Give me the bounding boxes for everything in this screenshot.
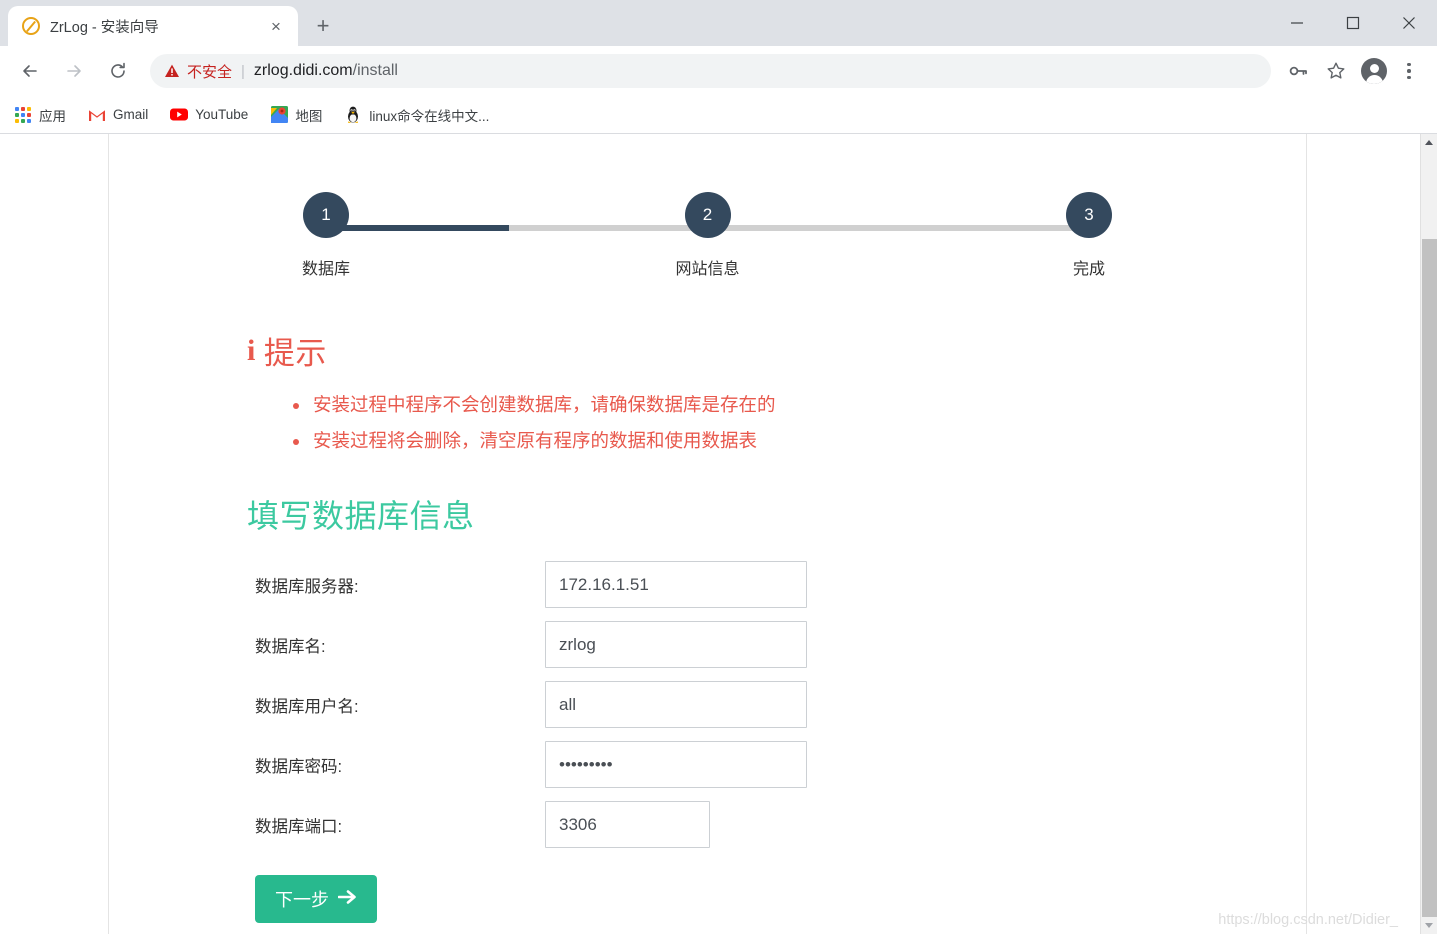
db-user-input[interactable] bbox=[545, 681, 807, 729]
field-label: 数据库名: bbox=[255, 637, 326, 656]
tab-strip: ZrLog - 安装向导 × + bbox=[0, 0, 1437, 46]
step-1-database[interactable]: 1 数据库 bbox=[169, 192, 483, 279]
bookmark-label: Gmail bbox=[113, 107, 149, 122]
chevron-up-icon bbox=[1425, 140, 1433, 145]
back-icon[interactable] bbox=[12, 53, 48, 89]
omnibox-separator: | bbox=[241, 62, 245, 80]
step-label: 网站信息 bbox=[675, 261, 740, 278]
step-label: 完成 bbox=[1072, 261, 1105, 278]
bookmark-label: linux命令在线中文... bbox=[369, 108, 490, 124]
page-viewport: 1 数据库 2 网站信息 3 完成 i 提示 安装过程中程序不会创建数据库，请确… bbox=[0, 134, 1437, 934]
form-row-db-password: 数据库密码: bbox=[255, 741, 1306, 789]
browser-toolbar: 不安全 | zrlog.didi.com/install bbox=[0, 46, 1437, 96]
step-number: 1 bbox=[303, 192, 349, 238]
form-row-db-port: 数据库端口: bbox=[255, 801, 1306, 849]
security-status-text: 不安全 bbox=[187, 63, 233, 81]
tips-heading: i 提示 bbox=[247, 328, 1306, 373]
tips-heading-text: 提示 bbox=[263, 336, 327, 371]
tips-item: 安装过程中程序不会创建数据库，请确保数据库是存在的 bbox=[293, 387, 1306, 423]
bookmark-label: 应用 bbox=[39, 108, 66, 124]
bookmark-maps[interactable]: 地图 bbox=[270, 105, 322, 125]
browser-tab[interactable]: ZrLog - 安装向导 × bbox=[8, 6, 298, 46]
next-step-label: 下一步 bbox=[275, 890, 329, 911]
scroll-up-button[interactable] bbox=[1421, 134, 1437, 151]
google-apps-grid-icon bbox=[14, 106, 32, 124]
bookmark-label: 地图 bbox=[295, 108, 323, 124]
new-tab-button[interactable]: + bbox=[306, 9, 340, 43]
db-host-input[interactable] bbox=[545, 561, 807, 609]
arrow-right-icon bbox=[337, 889, 357, 910]
linux-tux-icon bbox=[344, 106, 362, 124]
tab-title: ZrLog - 安装向导 bbox=[50, 19, 159, 36]
avatar[interactable] bbox=[1355, 58, 1393, 84]
field-label: 数据库密码: bbox=[255, 757, 343, 776]
form-row-db-name: 数据库名: bbox=[255, 621, 1306, 669]
step-2-site-info[interactable]: 2 网站信息 bbox=[551, 192, 865, 279]
step-number: 3 bbox=[1066, 192, 1112, 238]
database-form: 数据库服务器: 数据库名: 数据库用户名: 数据库密码: bbox=[255, 561, 1306, 924]
close-window-button[interactable] bbox=[1381, 0, 1437, 46]
google-maps-icon bbox=[270, 106, 288, 124]
field-label: 数据库端口: bbox=[255, 817, 343, 836]
youtube-icon bbox=[170, 106, 189, 124]
step-number: 2 bbox=[684, 192, 731, 238]
warning-triangle-icon bbox=[164, 63, 180, 79]
forward-icon[interactable] bbox=[56, 53, 92, 89]
kebab-menu-icon[interactable] bbox=[1393, 55, 1425, 87]
maximize-button[interactable] bbox=[1325, 0, 1381, 46]
scrollbar-thumb[interactable] bbox=[1422, 239, 1437, 917]
gmail-icon bbox=[88, 106, 106, 124]
scroll-down-button[interactable] bbox=[1421, 917, 1437, 934]
url-text: zrlog.didi.com/install bbox=[254, 62, 398, 80]
next-step-button[interactable]: 下一步 bbox=[255, 875, 377, 924]
db-port-input[interactable] bbox=[545, 801, 710, 849]
field-label: 数据库用户名: bbox=[255, 697, 359, 716]
page-content: 1 数据库 2 网站信息 3 完成 i 提示 安装过程中程序不会创建数据库，请确… bbox=[0, 134, 1420, 934]
close-tab-icon[interactable]: × bbox=[264, 14, 288, 38]
form-heading: 填写数据库信息 bbox=[247, 498, 475, 535]
wizard-stepper: 1 数据库 2 网站信息 3 完成 bbox=[169, 192, 1246, 292]
browser-window: ZrLog - 安装向导 × + 不安全 | zrlog.didi.com/in… bbox=[0, 0, 1437, 934]
bookmark-youtube[interactable]: YouTube bbox=[170, 106, 248, 124]
star-icon[interactable] bbox=[1320, 55, 1352, 87]
bookmark-gmail[interactable]: Gmail bbox=[88, 106, 148, 124]
field-label: 数据库服务器: bbox=[255, 577, 359, 596]
tips-item: 安装过程将会删除，清空原有程序的数据和使用数据表 bbox=[293, 423, 1306, 459]
form-row-db-host: 数据库服务器: bbox=[255, 561, 1306, 609]
step-label: 数据库 bbox=[301, 261, 350, 278]
bookmark-label: YouTube bbox=[195, 107, 249, 122]
db-name-input[interactable] bbox=[545, 621, 807, 669]
zrlog-logo-icon bbox=[22, 17, 40, 35]
step-3-finish[interactable]: 3 完成 bbox=[932, 192, 1246, 279]
key-icon[interactable] bbox=[1282, 55, 1314, 87]
tips-section: i 提示 安装过程中程序不会创建数据库，请确保数据库是存在的 安装过程将会删除，… bbox=[247, 328, 1306, 459]
vertical-scrollbar[interactable] bbox=[1420, 134, 1437, 934]
tips-list: 安装过程中程序不会创建数据库，请确保数据库是存在的 安装过程将会删除，清空原有程… bbox=[293, 387, 1306, 459]
info-icon: i bbox=[247, 333, 256, 367]
minimize-button[interactable] bbox=[1269, 0, 1325, 46]
url-host: zrlog.didi.com bbox=[253, 62, 353, 79]
install-wizard-container: 1 数据库 2 网站信息 3 完成 i 提示 安装过程中程序不会创建数据库，请确… bbox=[108, 134, 1307, 934]
url-path: /install bbox=[352, 62, 398, 79]
address-bar[interactable]: 不安全 | zrlog.didi.com/install bbox=[150, 54, 1271, 88]
window-controls bbox=[1269, 0, 1437, 46]
avatar-icon bbox=[1361, 58, 1387, 84]
form-row-db-user: 数据库用户名: bbox=[255, 681, 1306, 729]
bookmark-apps[interactable]: 应用 bbox=[14, 105, 66, 125]
reload-icon[interactable] bbox=[100, 53, 136, 89]
bookmarks-bar: 应用 Gmail YouTube 地图 linux命令在线中文... bbox=[0, 96, 1437, 134]
db-password-input[interactable] bbox=[545, 741, 807, 789]
bookmark-linux-commands[interactable]: linux命令在线中文... bbox=[344, 105, 489, 125]
chevron-down-icon bbox=[1425, 923, 1433, 928]
